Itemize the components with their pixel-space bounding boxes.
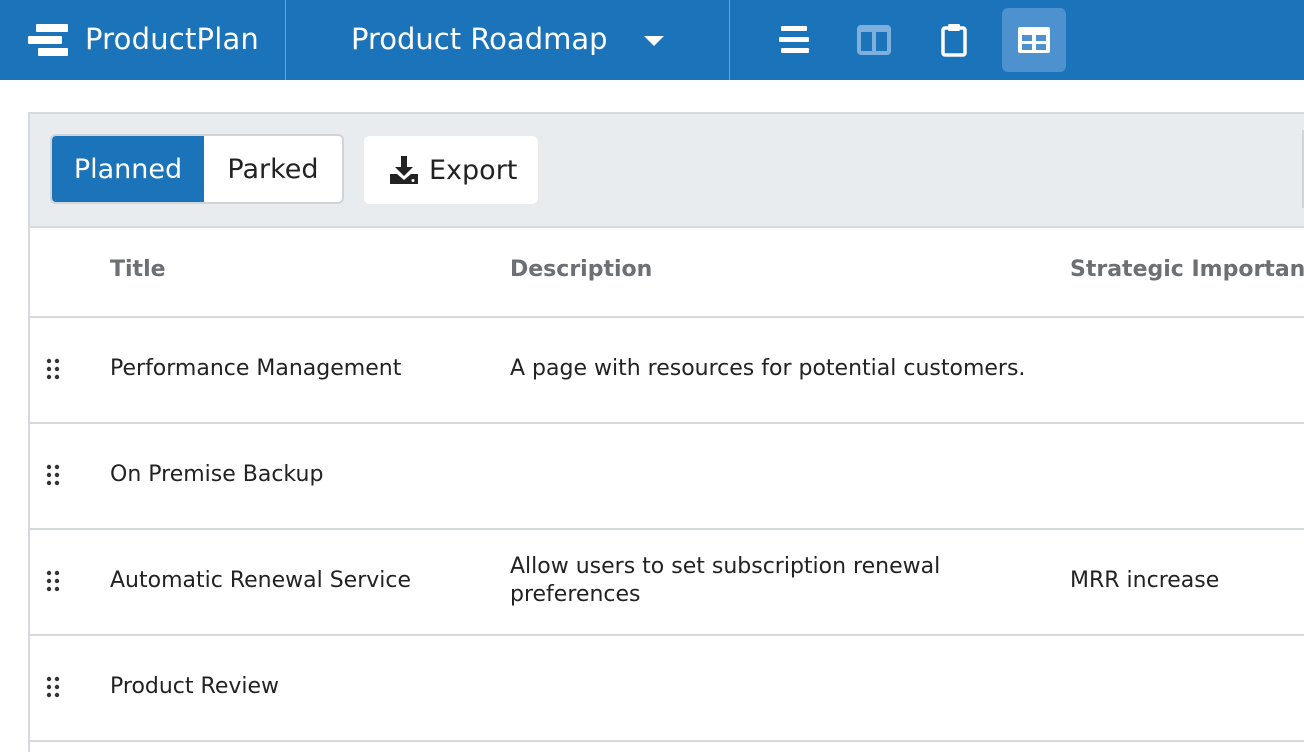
row-title: On Premise Backup [110,462,324,487]
tab-planned[interactable]: Planned [52,136,204,202]
drag-handle-icon[interactable] [46,570,60,592]
column-header-strategic-importance[interactable]: Strategic Importance [1070,256,1304,284]
list-view-button[interactable] [762,8,826,72]
row-strategic-importance: MRR increase [1070,568,1220,593]
bars-icon [779,26,809,53]
caret-down-icon [644,36,664,46]
download-icon [390,156,418,184]
planned-parked-toggle: Planned Parked [50,134,344,204]
export-label: Export [429,154,518,186]
brand-name: ProductPlan [85,22,260,56]
column-header-title[interactable]: Title [110,256,166,284]
columns-icon [857,25,891,55]
brand[interactable]: ProductPlan [0,0,286,80]
table-header: Title Description Strategic Importance [30,228,1304,318]
roadmap-selector[interactable]: Product Roadmap [286,0,730,80]
drag-handle-icon[interactable] [46,464,60,486]
column-header-description[interactable]: Description [510,256,652,284]
productplan-logo-icon [28,24,68,56]
table-toolbar: Planned Parked Export [30,114,1304,228]
top-bar: ProductPlan Product Roadmap [0,0,1304,80]
drag-handle-icon[interactable] [46,676,60,698]
table-icon [1018,27,1050,53]
roadmap-table-panel: Planned Parked Export Title Description … [28,112,1304,752]
table-view-button[interactable] [1002,8,1066,72]
row-title: Product Review [110,674,280,699]
row-description: Allow users to set subscription renewal … [510,554,941,607]
row-description: A page with resources for potential cust… [510,356,1026,381]
table-row[interactable]: On Premise Backup [30,424,1304,530]
features-table: Title Description Strategic Importance P… [30,228,1304,742]
export-button[interactable]: Export [364,136,538,204]
table-row[interactable]: Automatic Renewal Service Allow users to… [30,530,1304,636]
row-title: Performance Management [110,356,402,381]
tab-parked[interactable]: Parked [204,136,342,202]
table-row[interactable]: Performance Management A page with resou… [30,318,1304,424]
clipboard-icon [941,24,967,57]
drag-handle-icon[interactable] [46,358,60,380]
row-title: Automatic Renewal Service [110,568,412,593]
board-view-button[interactable] [842,8,906,72]
roadmap-title: Product Roadmap [351,22,608,56]
clipboard-view-button[interactable] [922,8,986,72]
table-row[interactable]: Product Review [30,636,1304,742]
